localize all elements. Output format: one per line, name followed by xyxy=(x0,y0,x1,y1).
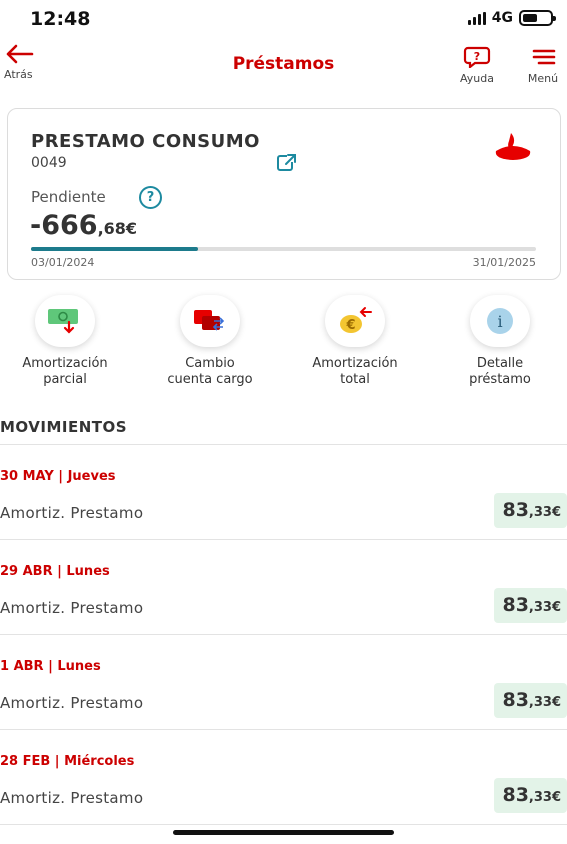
help-icon: ? xyxy=(463,46,491,70)
action-label: Amortización total xyxy=(312,356,398,387)
movement-date: 29 ABR | Lunes xyxy=(0,564,110,579)
movement-description: Amortiz. Prestamo xyxy=(0,504,144,522)
pending-label: Pendiente xyxy=(31,188,106,206)
action-total-amortization[interactable]: € Amortización total xyxy=(285,295,425,388)
action-label: Cambio cuenta cargo xyxy=(167,356,253,387)
battery-icon xyxy=(519,10,556,26)
external-link-icon[interactable] xyxy=(275,153,297,173)
action-loan-detail[interactable]: i Detalle préstamo xyxy=(430,295,567,388)
loan-progress-bar xyxy=(31,247,536,251)
menu-button[interactable]: Menú xyxy=(520,46,566,85)
battery-fill xyxy=(523,14,538,22)
action-partial-amortization[interactable]: Amortización parcial xyxy=(0,295,135,388)
status-indicators: 4G xyxy=(467,10,556,26)
movement-row[interactable]: 1 ABR | Lunes Amortiz. Prestamo 83,33€ xyxy=(0,635,567,730)
movement-amount: 83,33€ xyxy=(494,493,567,528)
loan-progress-fill xyxy=(31,247,198,251)
menu-label: Menú xyxy=(527,72,559,85)
svg-text:€: € xyxy=(345,318,355,333)
quick-actions: Amortización parcial Cambio cuenta cargo €… xyxy=(0,295,567,395)
loan-card[interactable]: PRESTAMO CONSUMO 0049 Pendiente ? -666,6… xyxy=(7,108,561,280)
movement-date: 28 FEB | Miércoles xyxy=(0,754,135,769)
euro-coin-icon: € xyxy=(325,295,385,347)
svg-text:i: i xyxy=(497,312,502,331)
movement-date: 1 ABR | Lunes xyxy=(0,659,101,674)
help-label: Ayuda xyxy=(460,72,494,85)
movement-row[interactable]: 30 MAY | Jueves Amortiz. Prestamo 83,33€ xyxy=(0,445,567,540)
santander-logo-icon xyxy=(495,133,531,160)
app-header: Atrás Préstamos ? Ayuda Menú xyxy=(0,40,567,90)
status-bar: 12:48 4G xyxy=(0,0,567,40)
network-label: 4G xyxy=(491,10,513,26)
movements-title: MOVIMIENTOS xyxy=(0,418,128,436)
home-indicator[interactable] xyxy=(173,830,394,835)
movement-description: Amortiz. Prestamo xyxy=(0,694,144,712)
help-button[interactable]: ? Ayuda xyxy=(452,46,502,85)
svg-text:?: ? xyxy=(474,50,480,63)
end-date: 31/01/2025 xyxy=(472,256,536,269)
pending-amount: -666,68€ xyxy=(30,210,137,241)
money-down-icon xyxy=(35,295,95,347)
movement-date: 30 MAY | Jueves xyxy=(0,469,116,484)
action-change-account[interactable]: Cambio cuenta cargo xyxy=(140,295,280,388)
loan-number: 0049 xyxy=(31,155,67,171)
movement-row[interactable]: 28 FEB | Miércoles Amortiz. Prestamo 83,… xyxy=(0,730,567,825)
movement-amount: 83,33€ xyxy=(494,778,567,813)
action-label: Detalle préstamo xyxy=(469,356,531,387)
info-icon: i xyxy=(470,295,530,347)
pending-amount-cents: ,68€ xyxy=(97,219,138,238)
action-label: Amortización parcial xyxy=(22,356,108,387)
status-time: 12:48 xyxy=(30,8,91,30)
pending-info-icon[interactable]: ? xyxy=(139,186,162,209)
signal-icon xyxy=(467,11,486,25)
hamburger-menu-icon xyxy=(532,49,556,65)
loan-name: PRESTAMO CONSUMO xyxy=(31,131,260,152)
cards-exchange-icon xyxy=(180,295,240,347)
movement-description: Amortiz. Prestamo xyxy=(0,789,144,807)
movement-amount: 83,33€ xyxy=(494,683,567,718)
movement-row[interactable]: 29 ABR | Lunes Amortiz. Prestamo 83,33€ xyxy=(0,540,567,635)
movement-amount: 83,33€ xyxy=(494,588,567,623)
start-date: 03/01/2024 xyxy=(31,256,95,269)
movement-description: Amortiz. Prestamo xyxy=(0,599,144,617)
pending-amount-main: -666 xyxy=(30,210,98,241)
